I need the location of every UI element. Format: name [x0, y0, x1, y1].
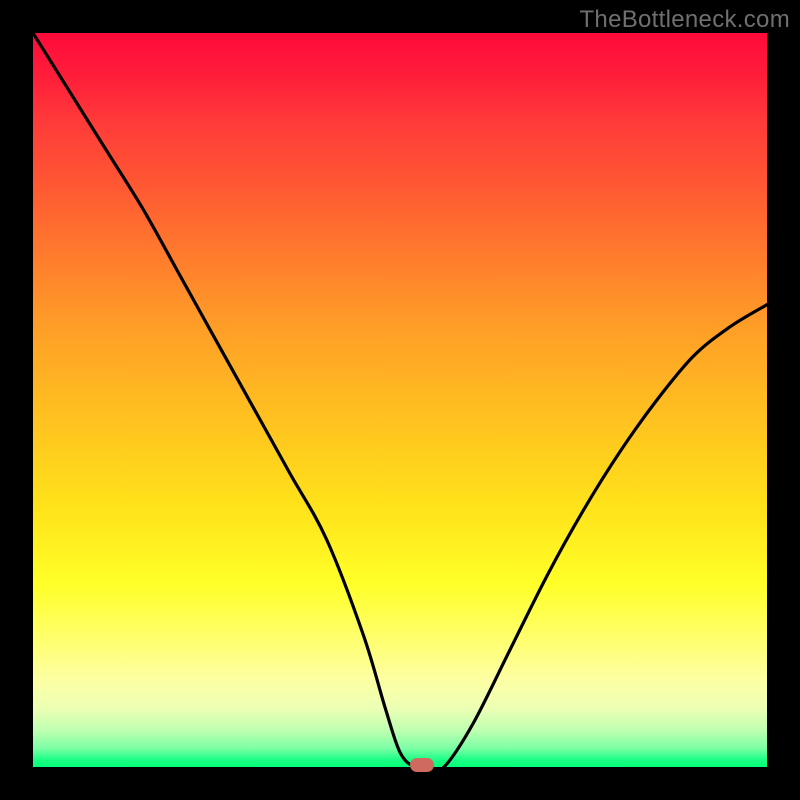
optimal-marker	[410, 758, 434, 772]
plot-area	[33, 33, 767, 767]
chart-frame: TheBottleneck.com	[0, 0, 800, 800]
bottleneck-curve	[33, 33, 767, 767]
watermark-text: TheBottleneck.com	[579, 6, 790, 34]
